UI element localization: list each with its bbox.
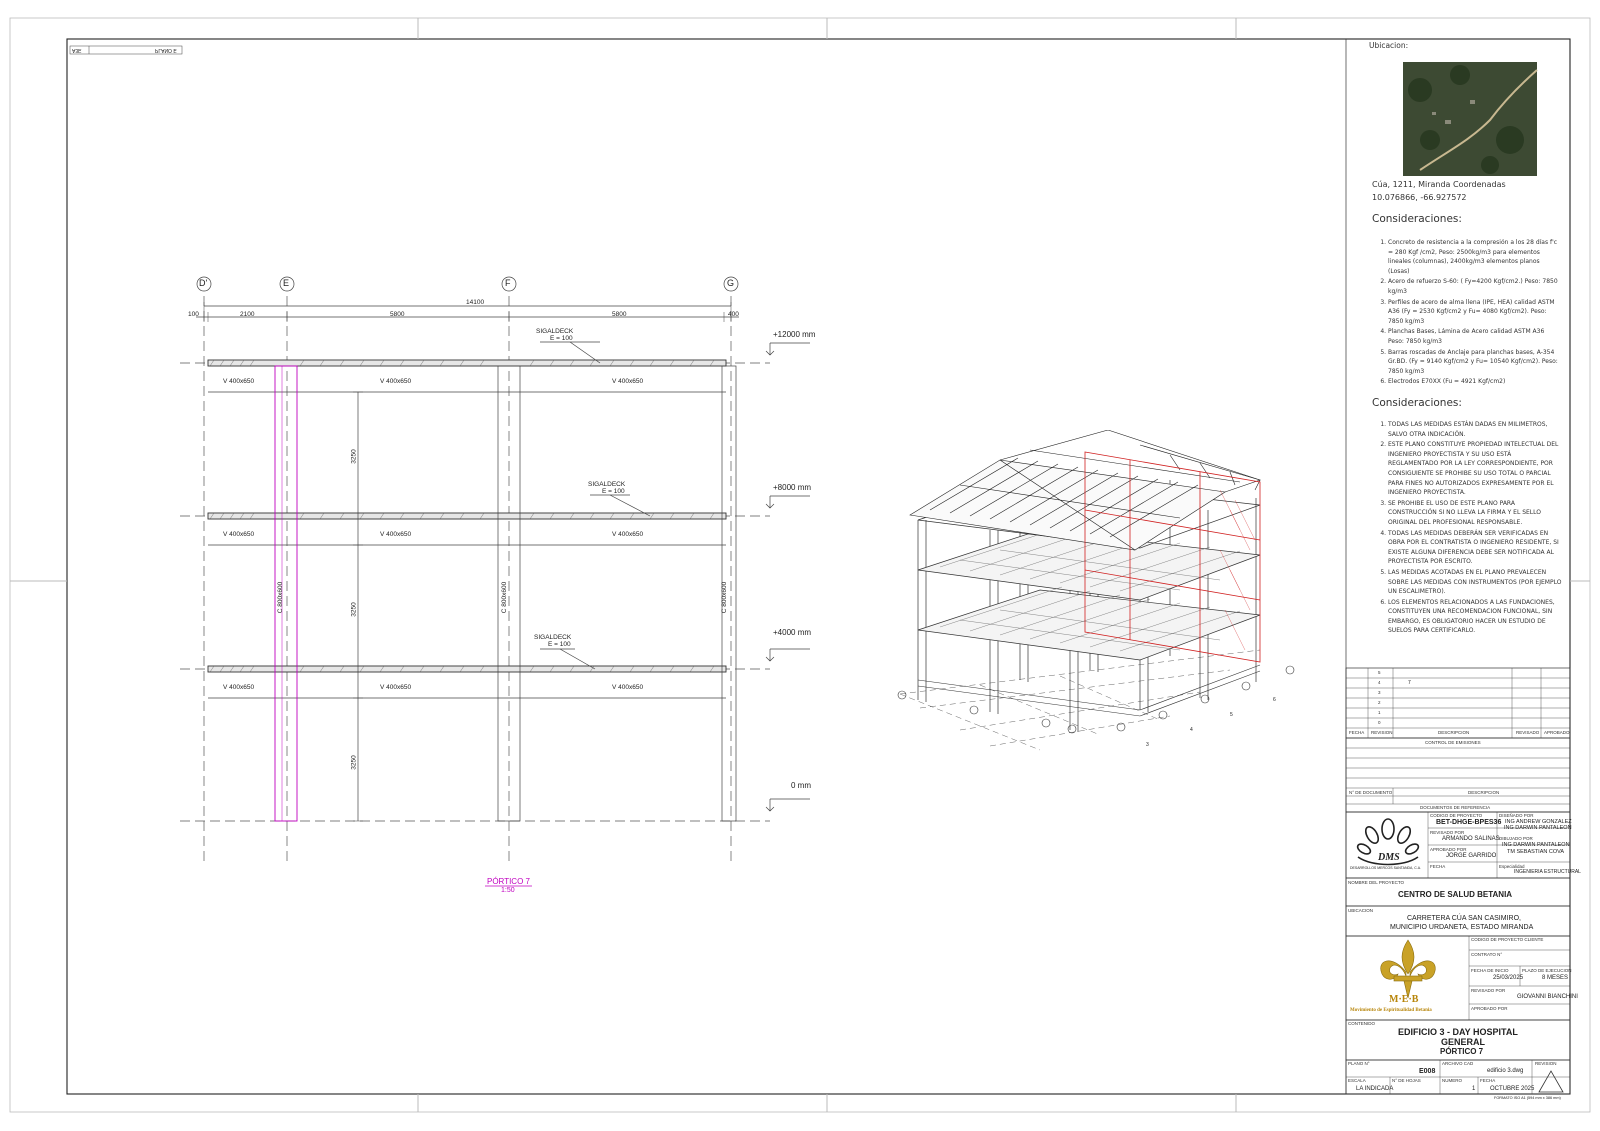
numero-label: NUMERO — [1442, 1078, 1462, 1083]
contenido-title: EDIFICIO 3 - DAY HOSPITAL — [1398, 1027, 1518, 1037]
ref-header-desc: DESCRIPCION — [1468, 790, 1500, 795]
meb-sub-text: Movimiento de Espiritualidad Betania — [1350, 1008, 1432, 1013]
material-note: Perfiles de acero de alma llena (IPE, HE… — [1388, 298, 1562, 327]
codigo-proyecto: BET-DHGE-BPES36 — [1436, 819, 1502, 826]
material-note: Electrodos E70XX (Fu = 4921 Kgf/cm2) — [1388, 377, 1562, 387]
considerations-heading: Consideraciones: — [1372, 397, 1462, 409]
dibujado-por: TM SEBASTIAN COVA — [1507, 849, 1565, 855]
revisado-por-label: REVISADO POR — [1430, 830, 1465, 835]
dibujado-por: ING DARWIN PANTALEON — [1502, 842, 1570, 848]
dibujado-por-label: DIBUJADO POR — [1499, 836, 1533, 841]
codigo-cliente-label: CODIGO DE PROYECTO CLIENTE — [1471, 937, 1544, 942]
control-emisiones-label: CONTROL DE EMISIONES — [1425, 740, 1481, 745]
revision-row-number: 1 — [1378, 710, 1381, 715]
general-note: LOS ELEMENTOS RELACIONADOS A LAS FUNDACI… — [1388, 598, 1562, 636]
documentos-referencia-label: DOCUMENTOS DE REFERENCIA — [1420, 805, 1491, 810]
revisado-por: ARMANDO SALINAS — [1442, 836, 1500, 842]
fecha-label: FECHA — [1430, 864, 1446, 869]
revision-row-number: 3 — [1378, 690, 1381, 695]
aprobado-por: JORGE GARRIDO — [1446, 853, 1497, 859]
nombre-proyecto: CENTRO DE SALUD BETANIA — [1398, 890, 1513, 899]
location-heading: Ubicacion: — [1369, 41, 1409, 50]
codigo-proyecto-label: CODIGO DE PROYECTO — [1430, 813, 1483, 818]
plano-label: PLANO N° — [1348, 1061, 1370, 1066]
revision-row-number: 0 — [1378, 720, 1381, 725]
general-notes-list: TODAS LAS MEDIDAS ESTÁN DADAS EN MILIMET… — [1372, 420, 1562, 637]
contenido-subtitle: GENERAL — [1441, 1037, 1486, 1047]
formato-label: FORMATO ISO A1 (594 mm x 386 mm) — [1494, 1096, 1561, 1100]
fecha-emision: OCTUBRE 2025 — [1490, 1086, 1535, 1092]
general-note: TODAS LAS MEDIDAS DEBERÁN SER VERIFICADA… — [1388, 529, 1562, 567]
contenido-label: CONTENIDO — [1348, 1021, 1375, 1026]
ref-header-doc: N° DE DOCUMENTO — [1349, 790, 1393, 795]
revision-row-number: 5 — [1378, 670, 1381, 675]
escala: LA INDICADA — [1356, 1086, 1394, 1092]
revisado-por2-label: REVISADO POR — [1471, 988, 1506, 993]
material-note: Barras roscadas de Anclaje para planchas… — [1388, 348, 1562, 377]
title-block-frame — [1345, 39, 1571, 1095]
fecha2-label: FECHA — [1480, 1078, 1496, 1083]
nombre-proyecto-label: NOMBRE DEL PROYECTO — [1348, 880, 1405, 885]
ubicacion-label: UBICACION — [1348, 908, 1374, 913]
meb-logo-text: M·E·B — [1389, 994, 1419, 1005]
materials-list: Concreto de resistencia a la compresión … — [1372, 238, 1562, 388]
archivo-label: ARCHIVO CAD — [1442, 1061, 1474, 1066]
rev-header-descripcion: DESCRIPCION — [1438, 730, 1470, 735]
fecha-inicio-label: FECHA DE INICIO — [1471, 968, 1509, 973]
fecha-inicio: 25/03/2025 — [1493, 975, 1524, 981]
aprobado-por2-label: APROBADO POR — [1471, 1006, 1508, 1011]
archivo-cad: edificio 3.dwg — [1487, 1068, 1524, 1074]
revisado-por2: GIOVANNI BIANCHINI — [1517, 994, 1578, 1000]
contenido-view: PÓRTICO 7 — [1440, 1047, 1484, 1056]
rev-header-revisado: REVISADO — [1516, 730, 1540, 735]
material-note: Concreto de resistencia a la compresión … — [1388, 238, 1562, 276]
dms-sub-text: DESARROLLOS MERCOS SANTANDA, C.A. — [1350, 866, 1422, 870]
revision-row-number: 4 — [1378, 680, 1381, 685]
ubicacion-line: CARRETERA CÚA SAN CASIMIRO, — [1407, 915, 1521, 922]
dms-logo-text: DMS — [1378, 852, 1400, 863]
numero: 1 — [1472, 1086, 1476, 1092]
contrato-label: CONTRATO N° — [1471, 952, 1503, 957]
revision-label: REVISION — [1535, 1061, 1557, 1066]
rev-header-aprobado: APROBADO — [1544, 730, 1570, 735]
especialidad: INGENIERIA ESTRUCTURAL — [1514, 869, 1581, 875]
location-text: Cúa, 1211, Miranda Coordenadas — [1372, 180, 1506, 189]
general-note: LAS MEDIDAS ACOTADAS EN EL PLANO PREVALE… — [1388, 568, 1562, 597]
plazo-label: PLAZO DE EJECUCION — [1522, 968, 1572, 973]
considerations-heading: Consideraciones: — [1372, 213, 1462, 225]
material-note: Planchas Bases, Lámina de Acero calidad … — [1388, 327, 1562, 346]
plano-number: E008 — [1419, 1068, 1436, 1075]
general-note: SE PROHIBE EL USO DE ESTE PLANO PARA CON… — [1388, 499, 1562, 528]
general-note: ESTE PLANO CONSTITUYE PROPIEDAD INTELECT… — [1388, 440, 1562, 498]
dms-logo-icon — [1356, 818, 1420, 866]
location-coords: 10.076866, -66.927572 — [1372, 193, 1467, 202]
plazo: 8 MESES — [1542, 975, 1569, 981]
aprobado-por-label: APROBADO POR — [1430, 847, 1467, 852]
hojas-label: N° DE HOJAS — [1392, 1078, 1421, 1083]
location-map-image — [1403, 62, 1537, 176]
general-note: TODAS LAS MEDIDAS ESTÁN DADAS EN MILIMET… — [1388, 420, 1562, 439]
disenado-por-label: DISEÑADO POR — [1499, 813, 1534, 818]
rev-header-fecha: FECHA — [1349, 730, 1365, 735]
escala-label: ESCALA — [1348, 1078, 1366, 1083]
ubicacion-line: MUNICIPIO URDANETA, ESTADO MIRANDA — [1390, 924, 1534, 931]
material-note: Acero de refuerzo S-60: ( Fy=4200 Kgf/cm… — [1388, 277, 1562, 296]
revision-row-number: 2 — [1378, 700, 1381, 705]
disenado-por: ING DARWIN PANTALEON — [1504, 825, 1572, 831]
rev-header-revision: REVISION — [1371, 730, 1393, 735]
